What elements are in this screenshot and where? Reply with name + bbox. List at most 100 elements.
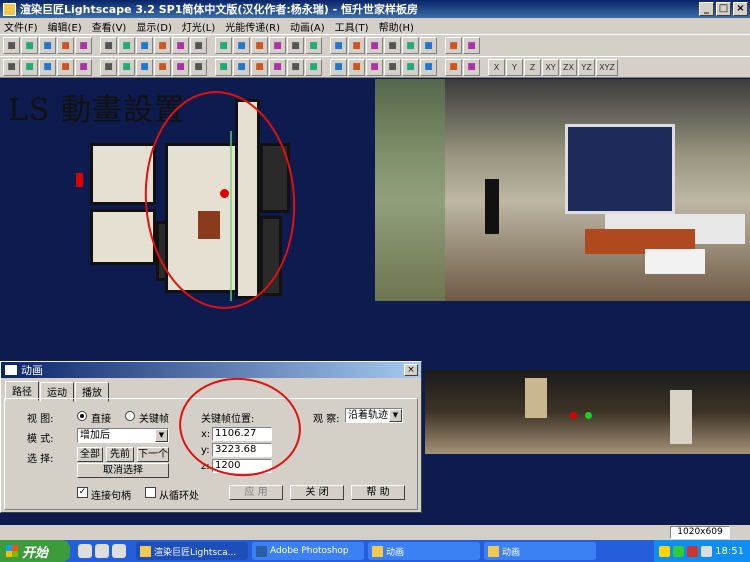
task-photoshop[interactable]: Adobe Photoshop xyxy=(252,542,364,560)
menu-view[interactable]: 查看(V) xyxy=(92,19,127,34)
antivirus-icon[interactable] xyxy=(687,545,699,557)
solid-icon[interactable]: ■ xyxy=(154,58,171,76)
menu-tools[interactable]: 工具(T) xyxy=(335,19,369,34)
task-folder-2[interactable]: 动画 xyxy=(484,542,596,560)
add-icon[interactable]: ■ xyxy=(384,37,401,54)
apply-button[interactable]: 应 用 xyxy=(229,485,283,500)
network-icon[interactable] xyxy=(673,545,685,557)
pan-icon[interactable]: ■ xyxy=(75,58,92,76)
ray-icon[interactable]: ■ xyxy=(348,58,365,76)
materials-icon[interactable]: ■ xyxy=(305,58,322,76)
link-icon[interactable]: ■ xyxy=(269,37,286,54)
dialog-close-button[interactable]: × xyxy=(404,364,418,376)
mode-select[interactable]: 增加后 ▼ xyxy=(77,428,169,443)
outlook-icon[interactable] xyxy=(95,544,109,558)
menu-file[interactable]: 文件(F) xyxy=(4,19,38,34)
rendered-view[interactable] xyxy=(375,79,750,301)
process-icon[interactable]: ■ xyxy=(233,58,250,76)
camera-icon[interactable]: ■ xyxy=(305,37,322,54)
axis-x-button[interactable]: X xyxy=(488,58,505,76)
undo-icon[interactable]: ■ xyxy=(57,37,74,54)
menu-radiosity[interactable]: 光能传递(R) xyxy=(225,19,280,34)
help-button[interactable]: 帮 助 xyxy=(351,485,405,500)
shade-icon[interactable]: ■ xyxy=(172,58,189,76)
render-icon[interactable]: ■ xyxy=(215,58,232,76)
paste-icon[interactable]: ■ xyxy=(233,37,250,54)
close-dialog-button[interactable]: 关 闭 xyxy=(290,485,344,500)
copy-icon[interactable]: ■ xyxy=(215,37,232,54)
save-icon[interactable]: ■ xyxy=(39,37,56,54)
menu-light[interactable]: 灯光(L) xyxy=(182,19,215,34)
cube-icon[interactable]: ■ xyxy=(269,58,286,76)
connect-handle-checkbox[interactable]: ✓ xyxy=(77,487,88,498)
block-icon[interactable]: ■ xyxy=(251,58,268,76)
radio-direct-label: 直接 xyxy=(91,414,111,425)
print-icon[interactable]: ■ xyxy=(75,37,92,54)
warning-icon[interactable] xyxy=(659,545,671,557)
radio-keyframe[interactable] xyxy=(125,411,135,421)
sun-icon[interactable]: ■ xyxy=(366,58,383,76)
grid-icon[interactable]: ■ xyxy=(445,58,462,76)
select-all-button[interactable]: 全部 xyxy=(77,447,103,462)
texture-icon[interactable]: ■ xyxy=(190,58,207,76)
display-shelf xyxy=(525,378,547,418)
help-icon[interactable]: ■ xyxy=(100,37,117,54)
menu-display[interactable]: 显示(D) xyxy=(136,19,172,34)
cube2-icon[interactable]: ■ xyxy=(402,58,419,76)
eye-icon[interactable]: ■ xyxy=(21,58,38,76)
radio-direct[interactable] xyxy=(77,411,87,421)
lamp-icon[interactable]: ■ xyxy=(384,58,401,76)
zoom-icon[interactable]: ■ xyxy=(39,58,56,76)
person-icon[interactable]: ■ xyxy=(420,37,437,54)
deselect-button[interactable]: 取消选择 xyxy=(77,463,169,478)
remove-icon[interactable]: ■ xyxy=(402,37,419,54)
axis-yz-button[interactable]: YZ xyxy=(578,58,595,76)
surface-icon[interactable]: ■ xyxy=(287,37,304,54)
maximize-button[interactable]: □ xyxy=(716,2,731,16)
target-icon[interactable]: ■ xyxy=(366,37,383,54)
axis-y-button[interactable]: Y xyxy=(506,58,523,76)
folder-icon xyxy=(488,545,499,557)
orbit-icon[interactable]: ■ xyxy=(100,58,117,76)
next-button[interactable]: 下一个 xyxy=(137,447,169,462)
menu-help[interactable]: 帮助(H) xyxy=(379,19,414,34)
zoom-region-icon[interactable]: ■ xyxy=(57,58,74,76)
desktop-icon[interactable] xyxy=(112,544,126,558)
move-icon[interactable]: ■ xyxy=(154,37,171,54)
open-icon[interactable]: ■ xyxy=(21,37,38,54)
lightbulb-icon[interactable]: ■ xyxy=(420,58,437,76)
pointer-icon[interactable]: ■ xyxy=(348,37,365,54)
filter-icon[interactable]: ■ xyxy=(287,58,304,76)
start-button[interactable]: 开始 xyxy=(0,540,70,562)
task-folder-1[interactable]: 动画 xyxy=(368,542,480,560)
run-icon[interactable]: ■ xyxy=(463,37,480,54)
axis-xy-button[interactable]: XY xyxy=(542,58,559,76)
fit-icon[interactable]: ■ xyxy=(118,58,135,76)
axis-xyz-button[interactable]: XYZ xyxy=(596,58,618,76)
navigate-icon[interactable]: ■ xyxy=(3,58,20,76)
rendered-view-dining[interactable] xyxy=(425,370,750,454)
axis-icon[interactable]: ■ xyxy=(463,58,480,76)
select-icon[interactable]: ■ xyxy=(136,37,153,54)
walk-icon[interactable]: ■ xyxy=(445,37,462,54)
menu-animation[interactable]: 动画(A) xyxy=(290,19,325,34)
task-lightscape[interactable]: 渲染巨匠Lightsca... xyxy=(136,542,248,560)
scale-icon[interactable]: ■ xyxy=(190,37,207,54)
light-icon[interactable]: ■ xyxy=(330,37,347,54)
menu-edit[interactable]: 编辑(E) xyxy=(48,19,82,34)
observe-select[interactable]: 沿着轨迹 ▼ xyxy=(345,408,403,423)
axis-zx-button[interactable]: ZX xyxy=(560,58,577,76)
close-button[interactable]: × xyxy=(733,2,748,16)
axis-z-button[interactable]: Z xyxy=(524,58,541,76)
layer-icon[interactable]: ■ xyxy=(251,37,268,54)
minimize-button[interactable]: _ xyxy=(699,2,714,16)
ie-icon[interactable] xyxy=(78,544,92,558)
wire-icon[interactable]: ■ xyxy=(136,58,153,76)
globe-icon[interactable]: ■ xyxy=(330,58,347,76)
loop-checkbox[interactable] xyxy=(145,487,156,498)
previous-button[interactable]: 先前 xyxy=(106,447,134,462)
new-icon[interactable]: ■ xyxy=(3,37,20,54)
rotate-icon[interactable]: ■ xyxy=(172,37,189,54)
volume-icon[interactable] xyxy=(701,545,713,557)
question-icon[interactable]: ■ xyxy=(118,37,135,54)
